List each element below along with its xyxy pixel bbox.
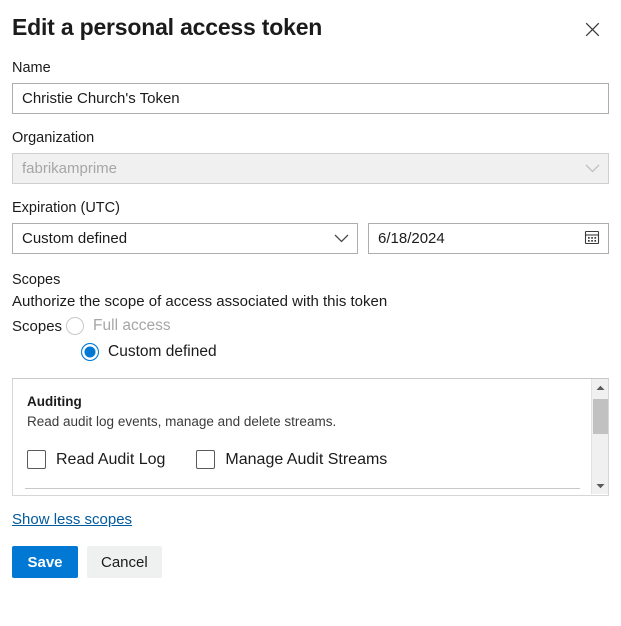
checkbox-manage-audit-streams[interactable] (196, 450, 215, 469)
scopes-scrollbar[interactable] (591, 379, 608, 494)
scope-group-separator (25, 488, 580, 489)
scope-group-description: Read audit log events, manage and delete… (27, 412, 608, 431)
scopes-description: Authorize the scope of access associated… (12, 291, 609, 313)
scope-radio-custom-defined-row[interactable]: Custom defined (12, 339, 609, 365)
organization-value: fabrikamprime (22, 160, 117, 177)
scope-checkbox-row: Read Audit Log Manage Audit Streams (27, 450, 608, 469)
checkbox-manage-audit-streams-label: Manage Audit Streams (225, 451, 387, 469)
name-input[interactable] (12, 83, 609, 114)
dialog-header: Edit a personal access token (12, 0, 609, 44)
scope-group-title: Auditing (27, 393, 608, 411)
save-button[interactable]: Save (12, 546, 78, 578)
expiration-date-value: 6/18/2024 (378, 230, 445, 247)
scope-group: Auditing Read audit log events, manage a… (13, 379, 608, 469)
scrollbar-thumb[interactable] (593, 399, 608, 434)
expiration-preset-value: Custom defined (22, 230, 127, 247)
close-icon (584, 21, 601, 38)
scope-radio-full-access-row: Scopes Full access (12, 313, 609, 339)
expiration-date-field: 6/18/2024 (368, 223, 609, 254)
checkbox-read-audit-log-label: Read Audit Log (56, 451, 165, 469)
scopes-inline-label: Scopes (12, 318, 62, 335)
radio-custom-defined[interactable] (81, 343, 99, 361)
organization-select: fabrikamprime (12, 153, 609, 184)
organization-label: Organization (12, 128, 609, 148)
radio-custom-defined-label: Custom defined (108, 343, 217, 361)
edit-pat-dialog: Edit a personal access token Name Organi… (0, 0, 621, 626)
scopes-heading: Scopes (12, 270, 609, 291)
radio-full-access (66, 317, 84, 335)
name-label: Name (12, 58, 609, 78)
show-less-scopes-link[interactable]: Show less scopes (12, 511, 132, 528)
calendar-icon (584, 229, 600, 248)
expiration-preset-wrapper: Custom defined (12, 223, 358, 254)
checkbox-read-audit-log-item[interactable]: Read Audit Log (27, 450, 165, 469)
scroll-up-arrow-icon[interactable] (592, 379, 609, 396)
checkbox-read-audit-log[interactable] (27, 450, 46, 469)
organization-select-wrapper: fabrikamprime (12, 153, 609, 184)
scroll-down-arrow-icon[interactable] (592, 477, 609, 494)
dialog-actions: Save Cancel (12, 546, 609, 578)
expiration-row: Custom defined 6/18/2024 (12, 223, 609, 254)
expiration-date-input[interactable]: 6/18/2024 (368, 223, 609, 254)
expiration-label: Expiration (UTC) (12, 198, 609, 218)
expiration-preset-select[interactable]: Custom defined (12, 223, 358, 254)
close-button[interactable] (577, 14, 607, 44)
checkbox-manage-audit-streams-item[interactable]: Manage Audit Streams (196, 450, 387, 469)
page-title: Edit a personal access token (12, 12, 322, 42)
scopes-list-container: Auditing Read audit log events, manage a… (12, 379, 609, 496)
cancel-button[interactable]: Cancel (87, 546, 162, 578)
radio-full-access-label: Full access (93, 317, 171, 335)
calendar-picker-button[interactable] (581, 228, 603, 250)
